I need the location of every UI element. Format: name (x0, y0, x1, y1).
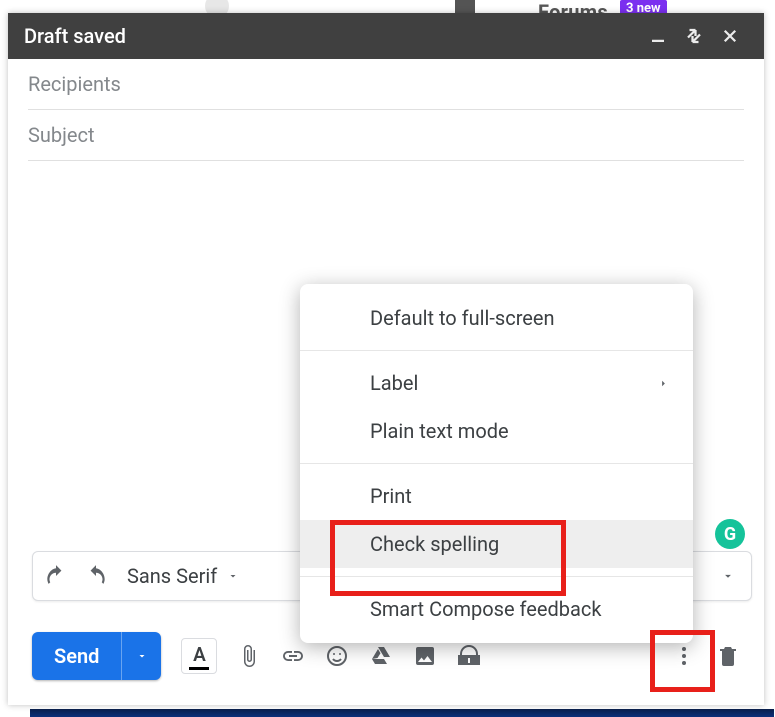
text-color-button[interactable]: A (181, 638, 217, 674)
send-split-button: Send (32, 632, 161, 680)
compose-title: Draft saved (24, 24, 640, 48)
menu-item-label[interactable]: Label (300, 359, 693, 407)
menu-label: Plain text mode (370, 419, 509, 443)
grammarly-badge-icon[interactable]: G (715, 519, 745, 549)
menu-label: Default to full-screen (370, 306, 555, 330)
text-color-a-icon: A (193, 643, 206, 666)
insert-drive-button[interactable] (369, 644, 393, 668)
close-button[interactable] (712, 27, 748, 45)
menu-label: Smart Compose feedback (370, 597, 601, 621)
menu-separator (300, 463, 693, 464)
discard-draft-button[interactable] (716, 644, 740, 668)
compose-fields: Recipients Subject (8, 59, 764, 161)
caret-down-icon (227, 570, 239, 582)
subject-placeholder: Subject (28, 123, 95, 147)
chevron-right-icon (658, 378, 669, 389)
confidential-mode-button[interactable] (457, 644, 481, 668)
recipients-field[interactable]: Recipients (28, 59, 744, 110)
menu-item-default-fullscreen[interactable]: Default to full-screen (300, 294, 693, 342)
menu-separator (300, 576, 693, 577)
more-options-menu: Default to full-screen Label Plain text … (300, 284, 693, 643)
insert-emoji-button[interactable] (325, 644, 349, 668)
compose-titlebar: Draft saved (8, 13, 764, 59)
font-family-select[interactable]: Sans Serif (123, 564, 239, 588)
send-button[interactable]: Send (32, 632, 121, 680)
menu-item-print[interactable]: Print (300, 472, 693, 520)
redo-button[interactable] (83, 563, 109, 589)
attach-file-button[interactable] (237, 644, 261, 668)
minimize-button[interactable] (640, 27, 676, 45)
subject-field[interactable]: Subject (28, 110, 744, 161)
insert-link-button[interactable] (281, 644, 305, 668)
send-label: Send (54, 644, 99, 668)
formatting-more-button[interactable] (721, 569, 741, 583)
fullscreen-button[interactable] (676, 27, 712, 45)
send-options-button[interactable] (121, 632, 161, 680)
taskbar-strip (30, 709, 774, 717)
recipients-placeholder: Recipients (28, 72, 121, 96)
more-options-button[interactable] (672, 644, 696, 668)
insert-photo-button[interactable] (413, 644, 437, 668)
font-family-label: Sans Serif (127, 564, 217, 588)
menu-label: Label (370, 371, 418, 395)
menu-item-check-spelling[interactable]: Check spelling (300, 520, 693, 568)
menu-item-smart-compose-feedback[interactable]: Smart Compose feedback (300, 585, 693, 633)
menu-label: Check spelling (370, 532, 499, 556)
menu-item-plain-text[interactable]: Plain text mode (300, 407, 693, 455)
menu-separator (300, 350, 693, 351)
text-color-underline-icon (189, 667, 209, 670)
menu-label: Print (370, 484, 412, 508)
undo-button[interactable] (43, 563, 69, 589)
